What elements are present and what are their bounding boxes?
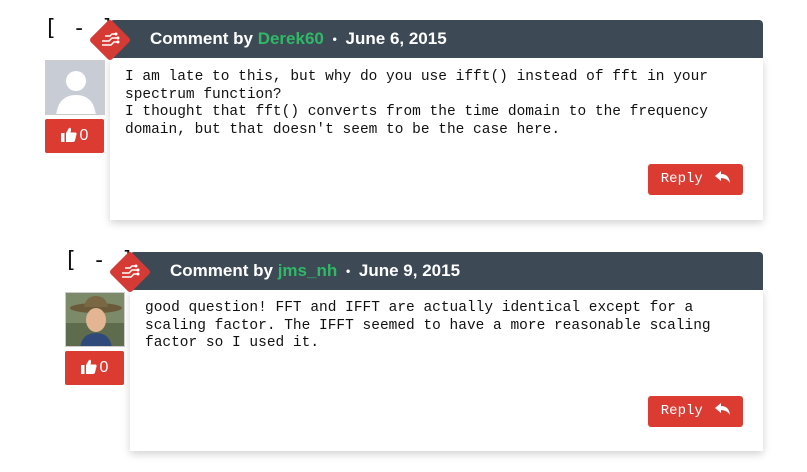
avatar[interactable] bbox=[65, 292, 125, 347]
like-button[interactable]: 0 bbox=[65, 351, 124, 385]
reply-arrow-icon bbox=[715, 403, 731, 415]
comment-date: June 9, 2015 bbox=[358, 261, 461, 280]
user-photo-icon bbox=[66, 293, 124, 346]
comment-author-link[interactable]: jms_nh bbox=[278, 261, 338, 280]
like-count: 0 bbox=[99, 359, 109, 376]
separator-dot: • bbox=[345, 264, 351, 278]
reply-button[interactable]: Reply bbox=[648, 396, 743, 427]
comment-prefix: Comment by bbox=[170, 261, 273, 280]
reply-label: Reply bbox=[660, 403, 703, 419]
comment-text: good question! FFT and IFFT are actually… bbox=[145, 300, 720, 351]
thumbs-up-icon bbox=[80, 359, 97, 374]
comment-2: [ - ] Comment by jms_nh • June 9, 2015 0… bbox=[0, 0, 807, 472]
comment-header: Comment by jms_nh • June 9, 2015 bbox=[130, 252, 763, 290]
